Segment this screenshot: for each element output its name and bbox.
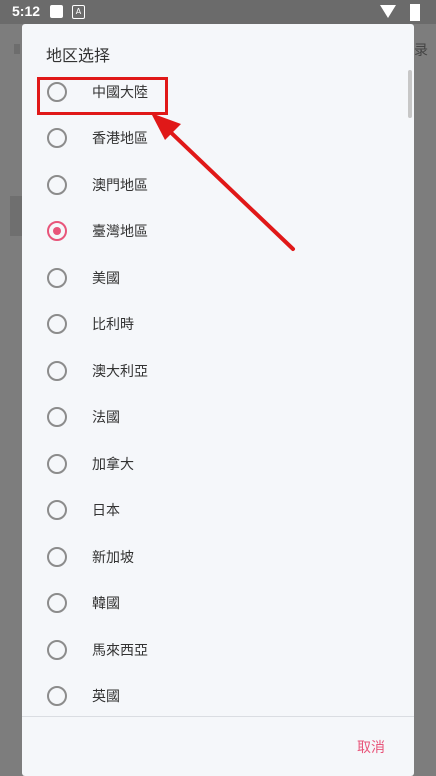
annotation-arrow (151, 113, 295, 251)
